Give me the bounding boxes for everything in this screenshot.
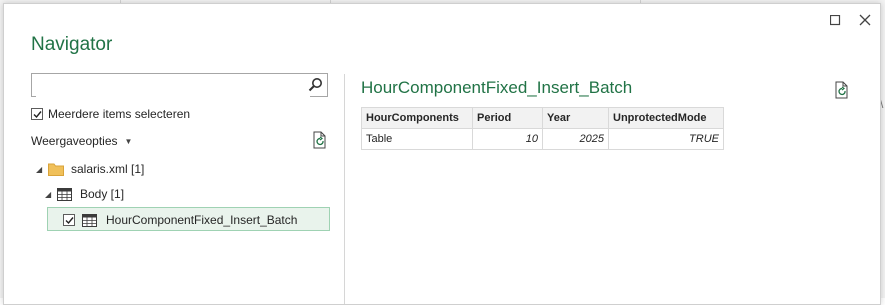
refresh-document-icon (313, 131, 326, 149)
tree-label: Body [1] (80, 187, 125, 201)
navigator-dialog: Navigator Meerdere items selecteren Weer… (3, 3, 881, 305)
preview-table: HourComponents Period Year UnprotectedMo… (361, 107, 724, 150)
table-header-row: HourComponents Period Year UnprotectedMo… (361, 107, 724, 129)
panel-divider (344, 74, 345, 304)
maximize-button[interactable] (824, 10, 846, 30)
column-header[interactable]: UnprotectedMode (608, 107, 724, 129)
refresh-document-icon (835, 81, 848, 99)
tree-label: salaris.xml [1] (71, 162, 145, 176)
folder-icon (48, 163, 64, 176)
dropdown-arrow-icon: ▼ (124, 136, 133, 146)
check-icon (33, 110, 42, 118)
tree-node-body[interactable]: ◢ Body [1] (45, 187, 124, 201)
column-header[interactable]: Period (472, 107, 543, 129)
close-button[interactable] (854, 10, 876, 30)
table-cell[interactable]: TRUE (608, 128, 724, 150)
table-row: Table 10 2025 TRUE (361, 128, 724, 150)
item-checkbox[interactable] (63, 214, 75, 226)
tree-label: HourComponentFixed_Insert_Batch (106, 213, 298, 227)
maximize-icon (829, 14, 840, 25)
table-cell[interactable]: Table (361, 128, 473, 150)
expand-triangle-icon[interactable]: ◢ (45, 190, 55, 199)
multi-select-label: Meerdere items selecteren (48, 107, 191, 121)
table-cell[interactable]: 10 (472, 128, 543, 150)
expand-triangle-icon[interactable]: ◢ (36, 165, 46, 174)
view-options-label: Weergaveopties (31, 134, 118, 148)
column-header[interactable]: Year (542, 107, 609, 129)
refresh-preview-button[interactable] (833, 81, 851, 99)
check-icon (65, 216, 74, 224)
multi-select-option[interactable]: Meerdere items selecteren (31, 107, 190, 121)
search-input[interactable] (36, 75, 310, 97)
column-header[interactable]: HourComponents (361, 107, 473, 129)
tree-node-hourcomponent[interactable]: HourComponentFixed_Insert_Batch (63, 213, 297, 227)
table-cell[interactable]: 2025 (542, 128, 609, 150)
table-icon (57, 187, 72, 201)
refresh-tree-button[interactable] (311, 131, 329, 149)
multi-select-checkbox[interactable] (31, 108, 43, 120)
search-icon[interactable] (308, 77, 323, 97)
search-field[interactable] (31, 73, 328, 97)
dialog-title: Navigator (31, 34, 113, 55)
tree-node-salaris[interactable]: ◢ salaris.xml [1] (36, 162, 144, 176)
table-icon (82, 213, 97, 227)
view-options-dropdown[interactable]: Weergaveopties ▼ (31, 134, 132, 148)
preview-title: HourComponentFixed_Insert_Batch (361, 78, 633, 97)
close-icon (859, 14, 871, 26)
